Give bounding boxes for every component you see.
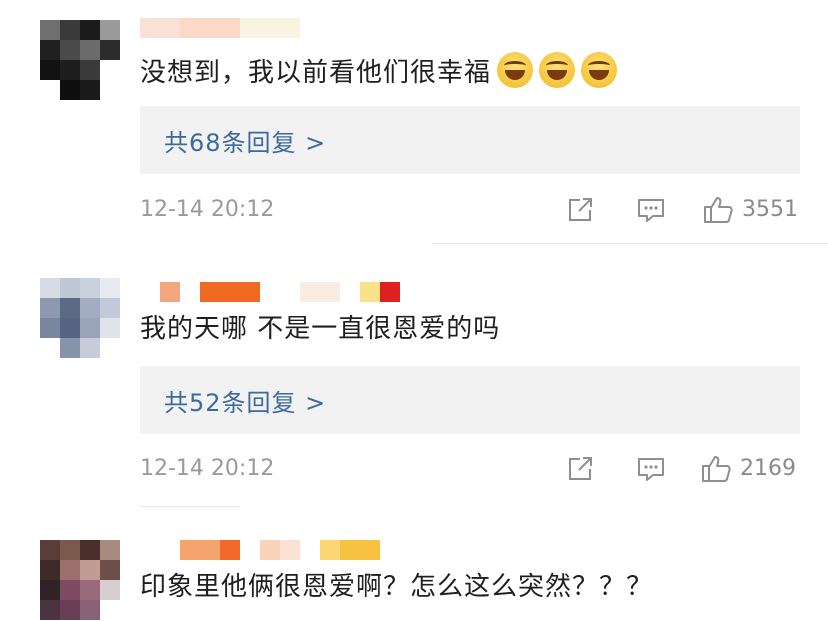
comment-item: 印象里他俩很恩爱啊？怎么这么突然？？？: [0, 0, 828, 621]
username-blurred[interactable]: [140, 540, 380, 560]
comment-text: 印象里他俩很恩爱啊？怎么这么突然？？？: [140, 572, 654, 602]
avatar[interactable]: [40, 540, 120, 620]
